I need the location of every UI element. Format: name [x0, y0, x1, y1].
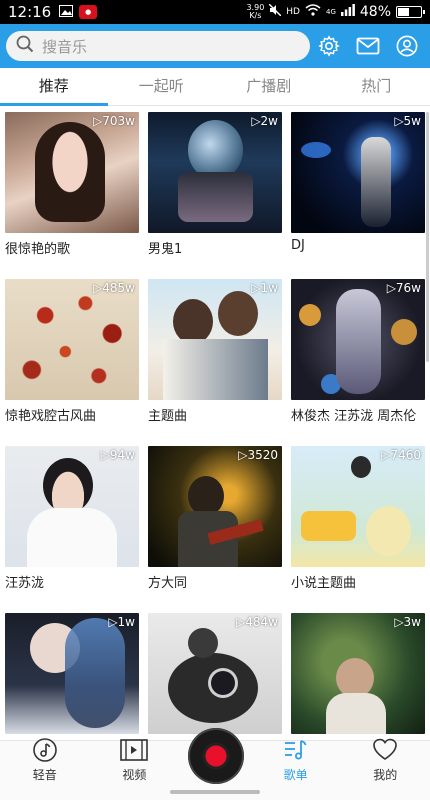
play-count: ▷1w	[108, 615, 135, 629]
play-count: ▷703w	[93, 114, 135, 128]
play-count: ▷3520	[238, 448, 278, 462]
nav-light-music[interactable]: 轻音	[0, 738, 90, 786]
play-count: ▷484w	[236, 615, 278, 629]
playlist-cover: ▷5w	[291, 112, 425, 233]
film-icon	[120, 738, 149, 766]
network-speed: 3.90 K/s	[246, 4, 264, 20]
mail-icon[interactable]	[356, 35, 380, 57]
speed-unit: K/s	[249, 11, 262, 20]
nav-label: 歌单	[283, 768, 308, 782]
play-count: ▷76w	[386, 281, 421, 295]
nav-mine[interactable]: 我的	[340, 738, 430, 786]
tab-radio-drama[interactable]: 广播剧	[215, 68, 323, 105]
profile-icon[interactable]	[396, 35, 418, 57]
playlist-card[interactable]: ▷1w 主题曲	[148, 279, 282, 439]
playlist-card[interactable]: ▷3w	[291, 613, 425, 742]
playlist-title: 男鬼1	[148, 242, 183, 257]
tab-recommend[interactable]: 推荐	[0, 68, 108, 106]
playlist-cover: ▷1w	[5, 613, 139, 734]
playlist-cover: ▷484w	[148, 613, 282, 734]
play-count: ▷7460	[381, 448, 421, 462]
nav-label: 轻音	[32, 768, 57, 782]
play-count: ▷94w	[100, 448, 135, 462]
play-count: ▷2w	[251, 114, 278, 128]
tab-hot[interactable]: 热门	[323, 68, 430, 105]
now-playing-disc-button[interactable]	[188, 728, 244, 784]
search-icon	[16, 35, 42, 57]
playlist-card[interactable]: ▷7460 小说主题曲	[291, 446, 425, 606]
playlist-grid: ▷703w 很惊艳的歌 ▷2w 男鬼1 ▷5w DJ ▷485w 惊艳戏腔古风曲	[4, 112, 430, 742]
scrollbar[interactable]	[426, 112, 429, 362]
signal-icon	[340, 4, 355, 20]
playlist-cover: ▷7460	[291, 446, 425, 567]
search-bar[interactable]: 搜音乐	[6, 31, 310, 61]
hd-label: HD	[286, 7, 300, 17]
nav-video[interactable]: 视频	[90, 738, 180, 786]
playlist-cover: ▷3w	[291, 613, 425, 734]
playlist-card[interactable]: ▷485w 惊艳戏腔古风曲	[5, 279, 139, 439]
play-count: ▷5w	[394, 114, 421, 128]
heart-icon	[372, 738, 398, 766]
playlist-cover: ▷703w	[5, 112, 139, 233]
playlist-cover: ▷1w	[148, 279, 282, 400]
home-indicator[interactable]	[170, 790, 260, 794]
search-placeholder: 搜音乐	[42, 37, 88, 56]
playlist-cover: ▷485w	[5, 279, 139, 400]
playlist-title: 林俊杰 汪苏泷 周杰伦	[291, 409, 417, 424]
playlist-cover: ▷94w	[5, 446, 139, 567]
playlist-card[interactable]: ▷94w 汪苏泷	[5, 446, 139, 606]
app-notification-icon: ●	[79, 5, 98, 19]
play-count: ▷485w	[93, 281, 135, 295]
wifi-icon	[305, 4, 321, 20]
playlist-title: 方大同	[148, 576, 188, 591]
playlist-card[interactable]: ▷3520 方大同	[148, 446, 282, 606]
status-time: 12:16	[8, 3, 52, 21]
tab-listen-together[interactable]: 一起听	[108, 68, 216, 105]
playlist-title: 汪苏泷	[5, 576, 45, 591]
playlist-title: 惊艳戏腔古风曲	[5, 409, 97, 424]
playlist-cover: ▷2w	[148, 112, 282, 233]
nav-label: 我的	[373, 768, 398, 782]
gallery-icon	[59, 4, 74, 20]
battery-icon	[396, 6, 425, 18]
playlist-title: 很惊艳的歌	[5, 242, 71, 257]
playlist-cover: ▷76w	[291, 279, 425, 400]
play-count: ▷3w	[394, 615, 421, 629]
playlist-card[interactable]: ▷2w 男鬼1	[148, 112, 282, 272]
play-count: ▷1w	[251, 281, 278, 295]
network-type: 4G	[325, 8, 336, 16]
nav-playlist[interactable]: 歌单	[251, 738, 341, 786]
nav-label: 视频	[122, 768, 147, 782]
playlist-title: 主题曲	[148, 409, 188, 424]
playlist-cover: ▷3520	[148, 446, 282, 567]
playlist-card[interactable]: ▷1w	[5, 613, 139, 742]
note-icon	[32, 738, 58, 766]
status-bar: 12:16 ● 3.90 K/s HD 4G 48%	[0, 0, 430, 24]
top-header: 搜音乐	[0, 24, 430, 68]
battery-percent: 48%	[359, 4, 391, 20]
playlist-card[interactable]: ▷5w DJ	[291, 112, 425, 272]
playlist-card[interactable]: ▷76w 林俊杰 汪苏泷 周杰伦	[291, 279, 425, 439]
playlist-icon	[283, 738, 309, 766]
playlist-card[interactable]: ▷703w 很惊艳的歌	[5, 112, 139, 272]
settings-gear-icon[interactable]	[318, 35, 340, 57]
category-tabs: 推荐 一起听 广播剧 热门	[0, 68, 430, 106]
mute-icon	[268, 3, 282, 20]
gesture-bar	[0, 786, 430, 800]
playlist-card[interactable]: ▷484w	[148, 613, 282, 742]
playlist-title: DJ	[291, 238, 305, 253]
playlist-title: 小说主题曲	[291, 576, 357, 591]
